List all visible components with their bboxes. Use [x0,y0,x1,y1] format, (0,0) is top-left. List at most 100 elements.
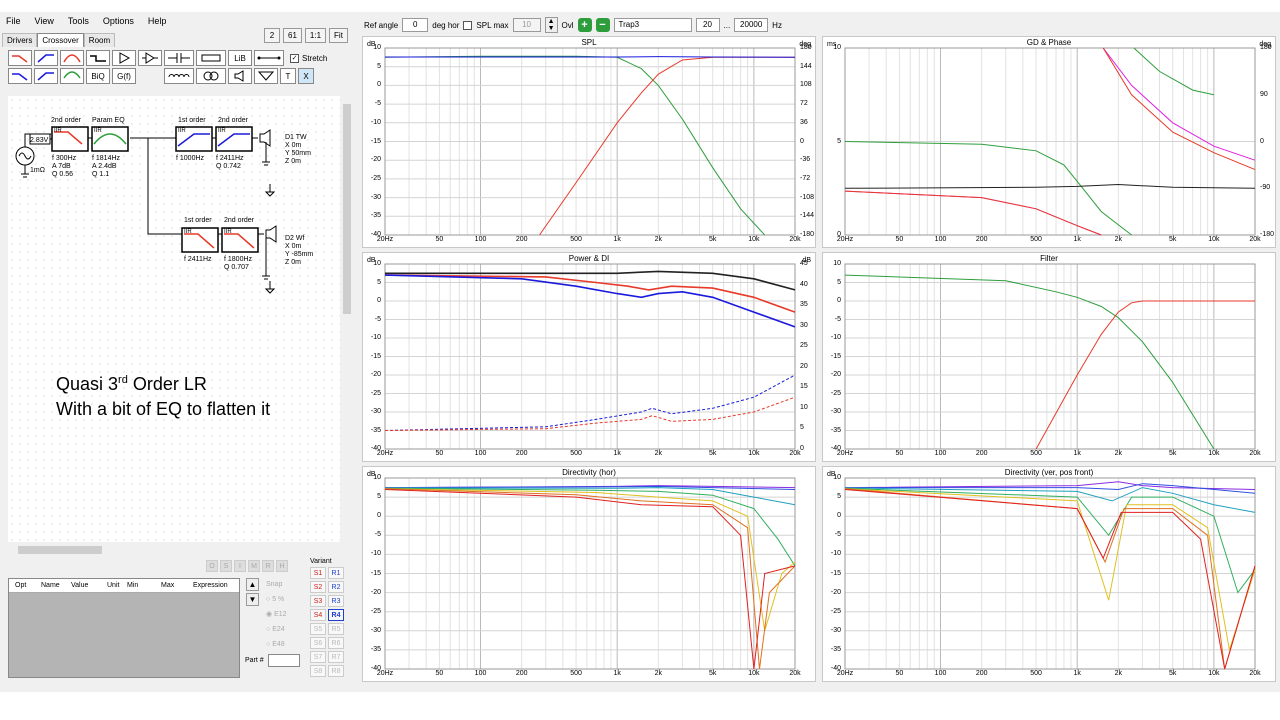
scroll-thumb[interactable] [18,546,102,554]
library-button[interactable]: LiB [228,50,252,66]
x-tick-label: 200 [975,670,988,677]
peaking-eq-icon[interactable] [60,68,84,84]
variant-r1-button[interactable]: R1 [328,567,344,579]
part-number-input[interactable] [267,654,300,667]
scroll-thumb[interactable] [343,104,351,314]
remove-overlay-icon[interactable]: − [595,18,610,32]
directivity-ver-chart[interactable]: Directivity (ver, pos front) dB 10 5 0 -5 -10-… [822,466,1276,682]
tab-crossover[interactable]: Crossover [37,33,84,47]
lowpass-shelf-icon[interactable] [8,68,32,84]
variant-r8-button[interactable]: R8 [328,665,344,677]
menu-tools[interactable]: Tools [68,16,89,26]
transfer-function-button[interactable]: G(f) [112,68,136,84]
transformer-icon[interactable] [196,68,226,84]
y-tick-label-right: -36 [800,156,811,164]
opt-h-button[interactable]: H [276,560,288,572]
snap-e24[interactable]: ○ E24 [266,622,287,637]
variant-s3-button[interactable]: S3 [310,595,326,607]
variant-r6-button[interactable]: R6 [328,637,344,649]
amplifier-icon[interactable] [112,50,136,66]
resistor-icon[interactable] [196,50,226,66]
opt-r-button[interactable]: R [262,560,274,572]
schematic-horizontal-scrollbar[interactable] [8,545,350,555]
series-line [1133,47,1215,96]
move-up-icon[interactable]: ▲ [246,578,259,591]
x-tick-label: 10k [748,670,760,677]
delete-button[interactable]: X [298,68,314,84]
bandpass-filter-icon[interactable] [60,50,84,66]
variant-r3-button[interactable]: R3 [328,595,344,607]
x-tick-label: 20k [789,450,801,457]
snap-e12[interactable]: ◉ E12 [266,607,287,622]
tab-room[interactable]: Room [83,33,116,47]
crossover-schematic[interactable]: 2.83V 1mΩ 2nd order IIR f 300Hz A 7dB Q 0.… [8,96,340,542]
highpass-shelf-icon[interactable] [34,68,58,84]
overlay-name-input[interactable]: Trap3 [613,18,692,32]
freq-max-input[interactable]: 20000 [734,18,769,32]
driver1-label[interactable]: D1 TW X 0m Y 50mm Z 0m [285,134,311,166]
variant-r5-button[interactable]: R5 [328,623,344,635]
snap-e48[interactable]: ○ E48 [266,637,287,652]
col-unit: Unit [107,582,120,589]
stretch-checkbox[interactable]: ✓ Stretch [290,53,327,63]
inductor-icon[interactable] [164,68,194,84]
zoom-1to1-button[interactable]: 1:1 [304,28,327,43]
ground-icon[interactable] [254,68,278,84]
variant-s6-button[interactable]: S6 [310,637,326,649]
opt-o-button[interactable]: O [206,560,218,572]
snap-5pct[interactable]: ○ 5 % [266,592,287,607]
variant-r4-button[interactable]: R4 [328,609,344,621]
spl-chart[interactable]: SPL dB deg 10 5 0 -5 -10 -15 -20 -25 -30 -35 -40 180 14… [362,36,816,248]
zoom-2-button[interactable]: 2 [264,28,280,43]
opt-i-button[interactable]: I [234,560,246,572]
filter-chart[interactable]: Filter 10 5 0 -5 -10 -15 -20 -25 -30 -35 -40 20Hz 50 1… [822,252,1276,462]
variant-s2-button[interactable]: S2 [310,581,326,593]
buffer-icon[interactable] [138,50,162,66]
lowpass-filter-icon[interactable] [8,50,32,66]
y-tick-label: -5 [834,531,841,539]
spl-max-input[interactable]: 10 [512,18,541,32]
variant-r2-button[interactable]: R2 [328,581,344,593]
power-di-chart[interactable]: Power & DI dB dB 10 5 0 -5 -10 -15 -20 -25 -30 -35 -4… [362,252,816,462]
variant-s1-button[interactable]: S1 [310,567,326,579]
menu-file[interactable]: File [6,16,21,26]
variant-s7-button[interactable]: S7 [310,651,326,663]
variant-s5-button[interactable]: S5 [310,623,326,635]
delay-icon[interactable] [86,50,110,66]
menu-view[interactable]: View [35,16,54,26]
spl-max-checkbox[interactable] [463,20,473,30]
variant-s4-button[interactable]: S4 [310,609,326,621]
move-down-icon[interactable]: ▼ [246,593,259,606]
tab-drivers[interactable]: Drivers [2,33,38,47]
menu-help[interactable]: Help [148,16,167,26]
variant-s8-button[interactable]: S8 [310,665,326,677]
block1-header: 2nd order [51,117,81,124]
schematic-vertical-scrollbar[interactable] [342,96,352,542]
capacitor-icon[interactable] [164,50,194,66]
variant-r7-button[interactable]: R7 [328,651,344,663]
freq-min-input[interactable]: 20 [695,18,720,32]
gd-phase-chart[interactable]: GD & Phase ms deg 10 5 0 180 90 0 -90 -180 20Hz 50 10… [822,36,1276,248]
highpass-filter-icon[interactable] [34,50,58,66]
speaker-icon[interactable] [228,68,252,84]
driver2-label[interactable]: D2 Wf X 0m Y -85mm Z 0m [285,235,313,267]
y-tick-label: -30 [830,408,841,415]
y-tick-label: -5 [834,315,841,323]
directivity-hor-chart[interactable]: Directivity (hor) dB 10 5 0 -5 -10 -15 -20 -25 -30… [362,466,816,682]
zoom-fit-button[interactable]: Fit [329,28,348,43]
text-button[interactable]: T [280,68,296,84]
ref-angle-input[interactable]: 0 [402,18,429,32]
y-tick-label: -25 [370,174,381,182]
parameter-table[interactable]: Opt Name Value Unit Min Max Expression [8,578,240,678]
table-header: Opt Name Value Unit Min Max Expression [9,579,239,593]
x-tick-label: 5k [709,450,717,457]
add-overlay-icon[interactable]: + [577,18,592,32]
zoom-61-button[interactable]: 61 [283,28,302,43]
biquad-button[interactable]: BiQ [86,68,110,84]
opt-s-button[interactable]: S [220,560,232,572]
menu-options[interactable]: Options [103,16,134,26]
opt-m-button[interactable]: M [248,560,260,572]
spin-updown-icon[interactable]: ▲ ▼ [544,17,558,33]
wire-icon[interactable] [254,50,284,66]
x-tick-label: 100 [934,670,947,677]
